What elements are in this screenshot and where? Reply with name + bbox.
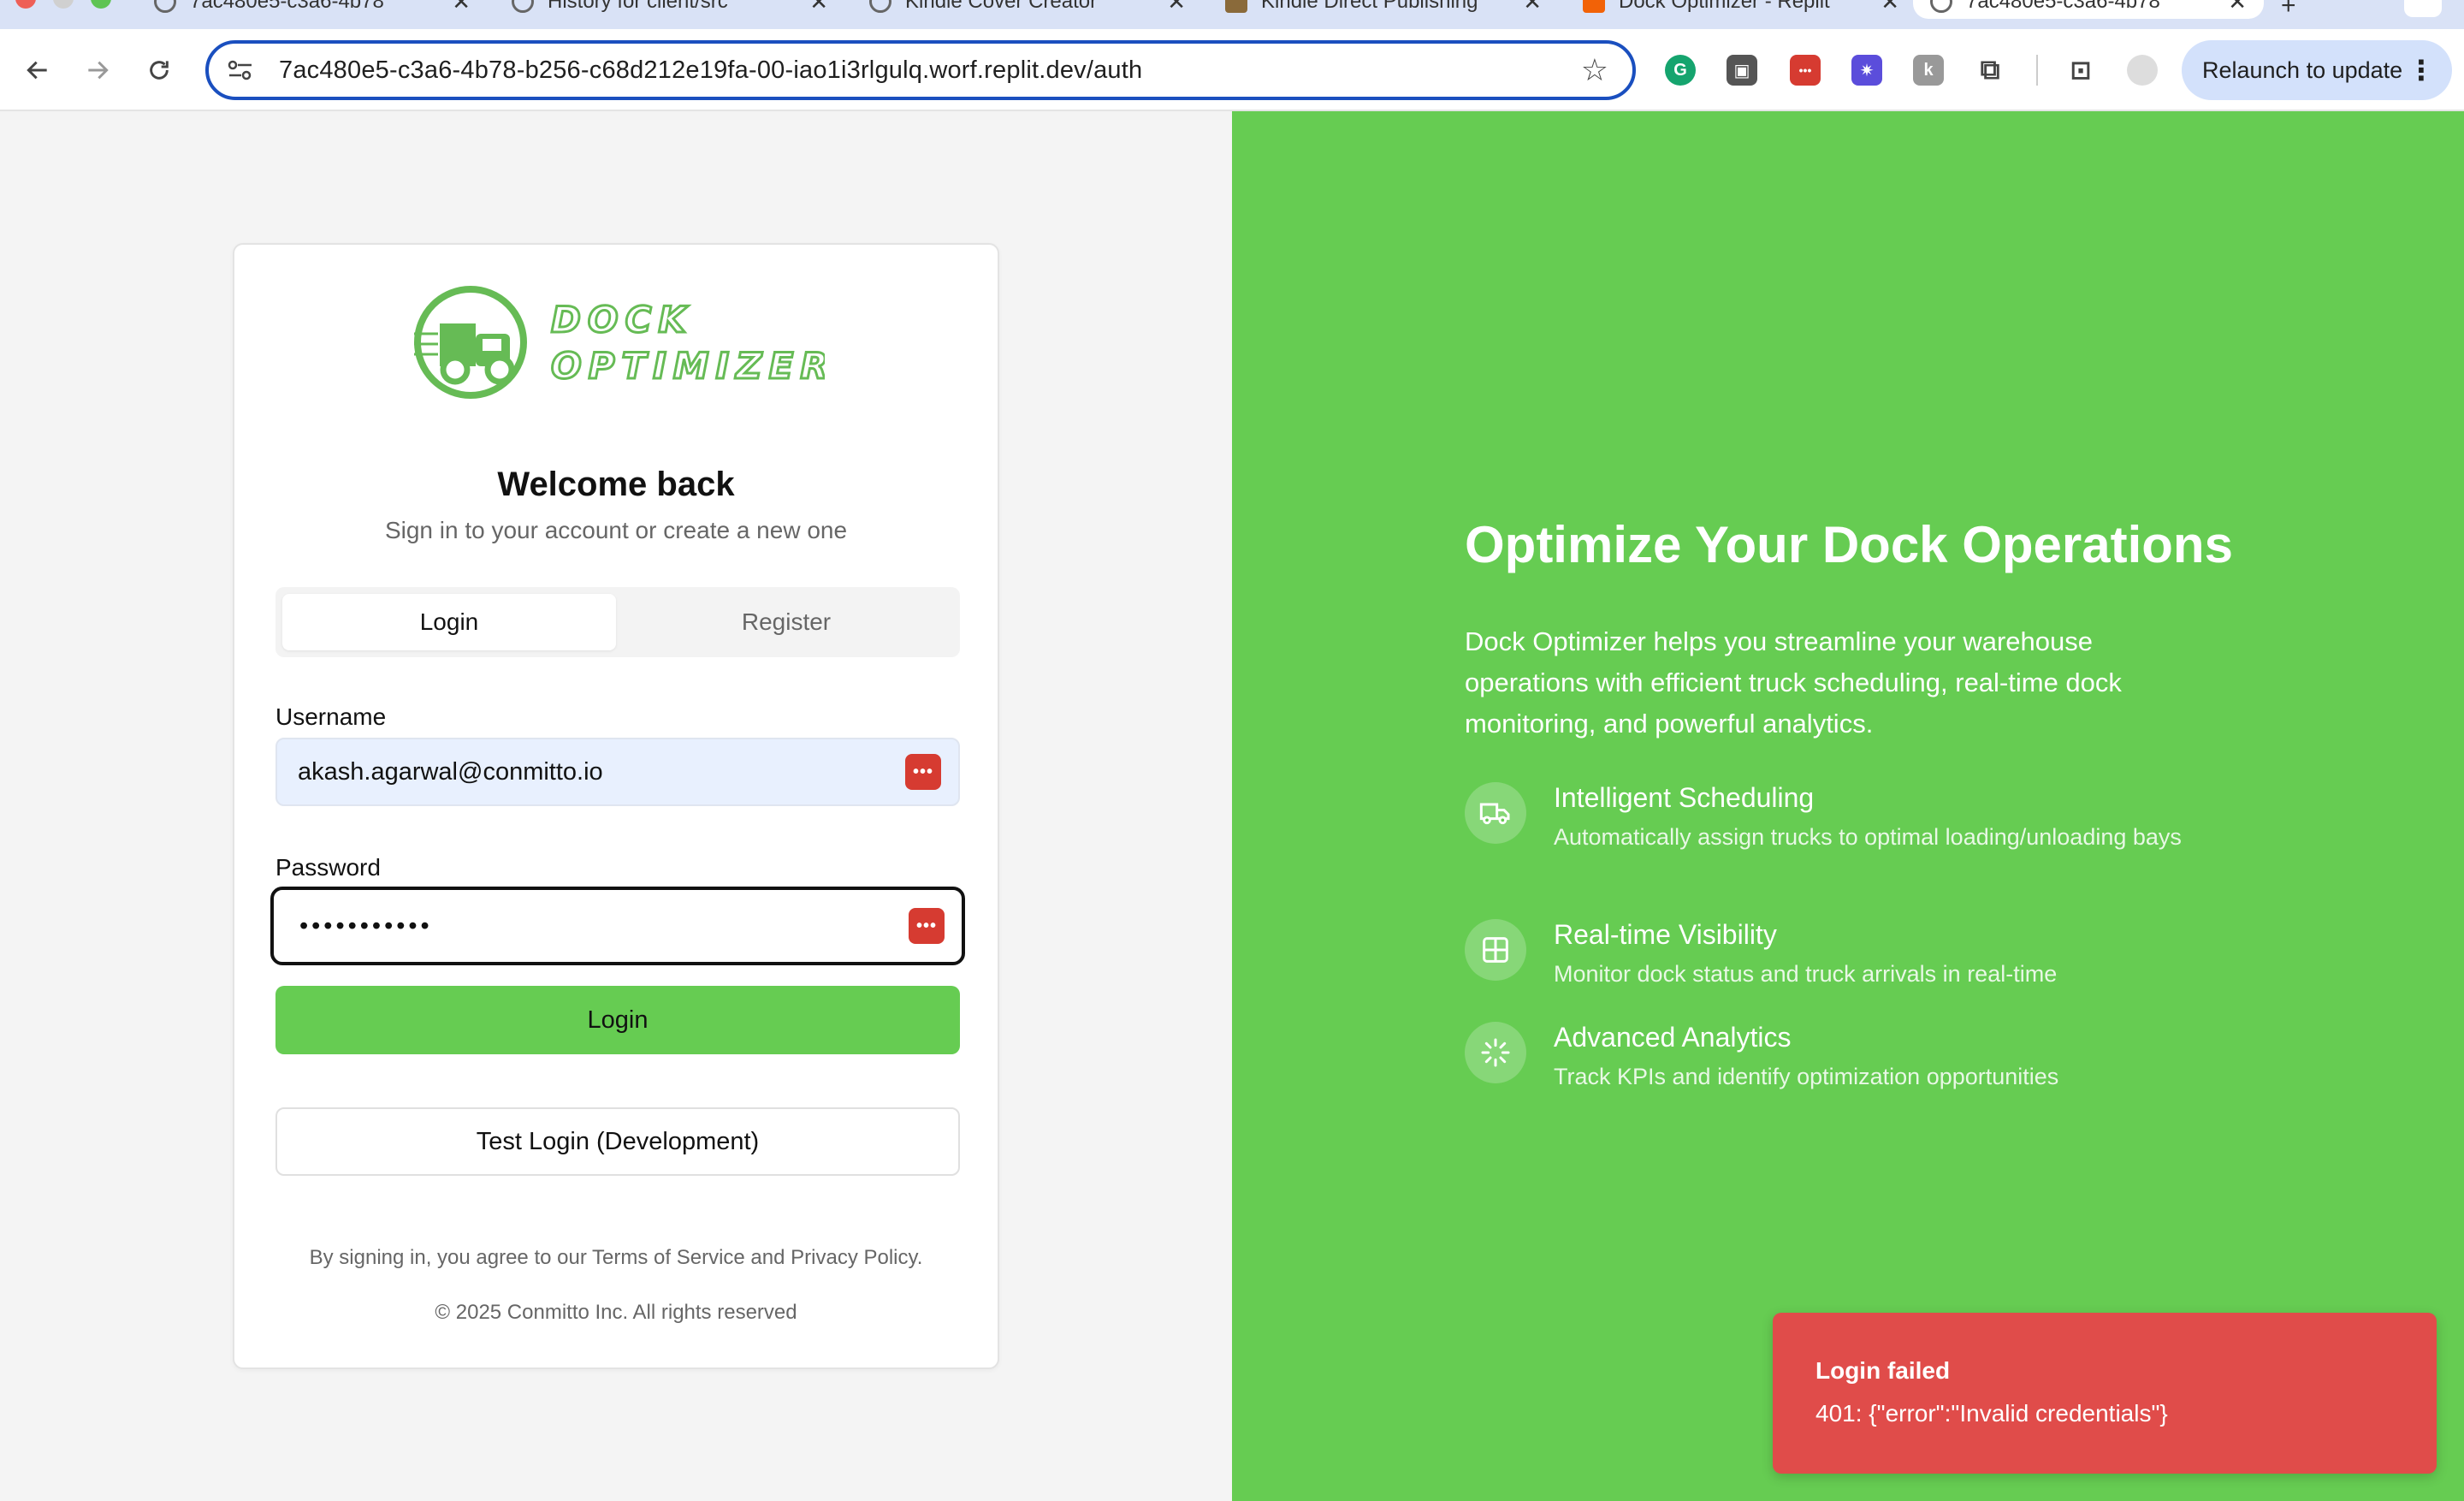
reload-icon (150, 61, 169, 80)
browser-tabstrip: 7ac480e5-c3a6-4b78 ✕ History for client/… (0, 0, 2464, 29)
browser-tab[interactable]: Dock Optimizer - Replit ✕ (1566, 0, 1916, 19)
site-info-icon[interactable] (228, 59, 253, 81)
profile-avatar[interactable] (2127, 55, 2158, 86)
close-icon[interactable]: ✕ (2228, 0, 2247, 15)
password-manager-icon[interactable]: ••• (909, 908, 945, 944)
browser-tab[interactable]: History for client/src ✕ (495, 0, 845, 19)
loader-icon (1465, 1022, 1526, 1083)
password-value: ••••••••••• (299, 911, 433, 940)
username-label: Username (275, 703, 387, 730)
toast-message: 401: {"error":"Invalid credentials"} (1815, 1400, 2168, 1427)
test-login-button[interactable]: Test Login (Development) (275, 1107, 960, 1176)
tab-label: 7ac480e5-c3a6-4b78 (190, 0, 384, 13)
auth-tabs: Login Register (275, 587, 960, 657)
browser-tab[interactable]: Kindle Direct Publishing ✕ (1208, 0, 1559, 19)
feature-title: Advanced Analytics (1554, 1022, 1792, 1053)
globe-icon (154, 0, 176, 13)
clipboard-icon[interactable]: ▣ (1727, 55, 1757, 86)
login-button[interactable]: Login (275, 986, 960, 1054)
feature-description: Automatically assign trucks to optimal l… (1554, 824, 2182, 850)
close-icon[interactable]: ✕ (809, 0, 828, 15)
tab-label: History for client/src (548, 0, 728, 13)
close-icon[interactable]: ✕ (1881, 0, 1899, 15)
hero-description: Dock Optimizer helps you streamline your… (1465, 626, 2122, 739)
truck-icon (1465, 782, 1526, 844)
globe-icon (1930, 0, 1952, 13)
tab-login[interactable]: Login (282, 594, 616, 650)
close-icon[interactable]: ✕ (1167, 0, 1186, 15)
copyright-text: © 2025 Conmitto Inc. All rights reserved (435, 1301, 797, 1324)
arrow-left-icon (27, 61, 47, 80)
browser-toolbar: 7ac480e5-c3a6-4b78-b256-c68d212e19fa-00-… (0, 29, 2464, 111)
minimize-window-button[interactable] (53, 0, 74, 9)
error-toast[interactable]: Login failed 401: {"error":"Invalid cred… (1773, 1313, 2437, 1474)
feature-description: Monitor dock status and truck arrivals i… (1554, 961, 2058, 987)
svg-text:DOCK: DOCK (551, 299, 693, 341)
new-tab-button[interactable]: + (2281, 0, 2296, 21)
password-input[interactable]: ••••••••••• ••• (270, 887, 965, 965)
gear-extension-icon[interactable]: ✷ (1851, 55, 1882, 86)
close-icon[interactable]: ✕ (452, 0, 471, 15)
close-icon[interactable]: ✕ (1523, 0, 1542, 15)
maximize-window-button[interactable] (91, 0, 111, 9)
address-bar[interactable]: 7ac480e5-c3a6-4b78-b256-c68d212e19fa-00-… (205, 40, 1636, 100)
grammarly-icon[interactable]: G (1665, 55, 1696, 86)
relaunch-button[interactable]: Relaunch to update ⋮ (2182, 40, 2452, 100)
browser-tab-active[interactable]: 7ac480e5-c3a6-4b78 ✕ (1913, 0, 2264, 19)
tab-search-button[interactable] (2404, 0, 2442, 17)
password-manager-icon[interactable]: ••• (1790, 55, 1821, 86)
browser-tab[interactable]: 7ac480e5-c3a6-4b78 ✕ (137, 0, 488, 19)
feature-title: Real-time Visibility (1554, 919, 1777, 950)
tab-register[interactable]: Register (619, 594, 953, 650)
page-title: Welcome back (497, 466, 735, 503)
forward-button[interactable] (74, 46, 121, 94)
bookmark-star-icon[interactable]: ☆ (1581, 52, 1608, 88)
puzzle-icon[interactable]: ⧉ (1975, 54, 2005, 86)
username-input[interactable]: akash.agarwal@conmitto.io ••• (275, 738, 960, 806)
replit-icon (1583, 0, 1605, 13)
github-icon (512, 0, 534, 13)
username-value: akash.agarwal@conmitto.io (298, 757, 603, 786)
feature-title: Intelligent Scheduling (1554, 782, 1815, 813)
tab-label: 7ac480e5-c3a6-4b78 (1966, 0, 2160, 13)
tab-label: Kindle Direct Publishing (1261, 0, 1478, 13)
dock-optimizer-logo: DOCK OPTIMIZER (414, 286, 825, 399)
grid-icon (1465, 919, 1526, 981)
relaunch-label: Relaunch to update (2202, 56, 2403, 83)
password-label: Password (275, 854, 381, 881)
auth-pane: DOCK OPTIMIZER Welcome back Sign in to y… (0, 111, 1232, 1501)
svg-text:OPTIMIZER: OPTIMIZER (551, 345, 825, 387)
back-button[interactable] (14, 46, 62, 94)
reload-button[interactable] (135, 46, 183, 94)
arrow-right-icon (88, 61, 109, 80)
url-text: 7ac480e5-c3a6-4b78-b256-c68d212e19fa-00-… (279, 56, 1143, 84)
close-window-button[interactable] (15, 0, 36, 9)
cast-icon[interactable]: ⊡ (2065, 55, 2096, 86)
hero-title: Optimize Your Dock Operations (1465, 516, 2233, 573)
globe-icon (869, 0, 891, 13)
feature-description: Track KPIs and identify optimization opp… (1554, 1064, 2059, 1089)
page-subtitle: Sign in to your account or create a new … (384, 517, 848, 543)
login-card: DOCK OPTIMIZER Welcome back Sign in to y… (233, 243, 999, 1369)
toolbar-divider (2036, 55, 2038, 86)
toast-title: Login failed (1815, 1357, 1951, 1384)
k-extension-icon[interactable]: k (1913, 55, 1944, 86)
browser-tab[interactable]: Kindle Cover Creator ✕ (852, 0, 1203, 19)
hero-pane: Optimize Your Dock Operations Dock Optim… (1232, 111, 2464, 1501)
terms-text: By signing in, you agree to our Terms of… (309, 1246, 923, 1269)
tab-label: Kindle Cover Creator (905, 0, 1098, 13)
password-manager-icon[interactable]: ••• (905, 754, 941, 790)
menu-dots-icon[interactable]: ⋮ (2408, 54, 2435, 86)
tab-label: Dock Optimizer - Replit (1619, 0, 1830, 13)
kdp-icon (1225, 0, 1247, 13)
